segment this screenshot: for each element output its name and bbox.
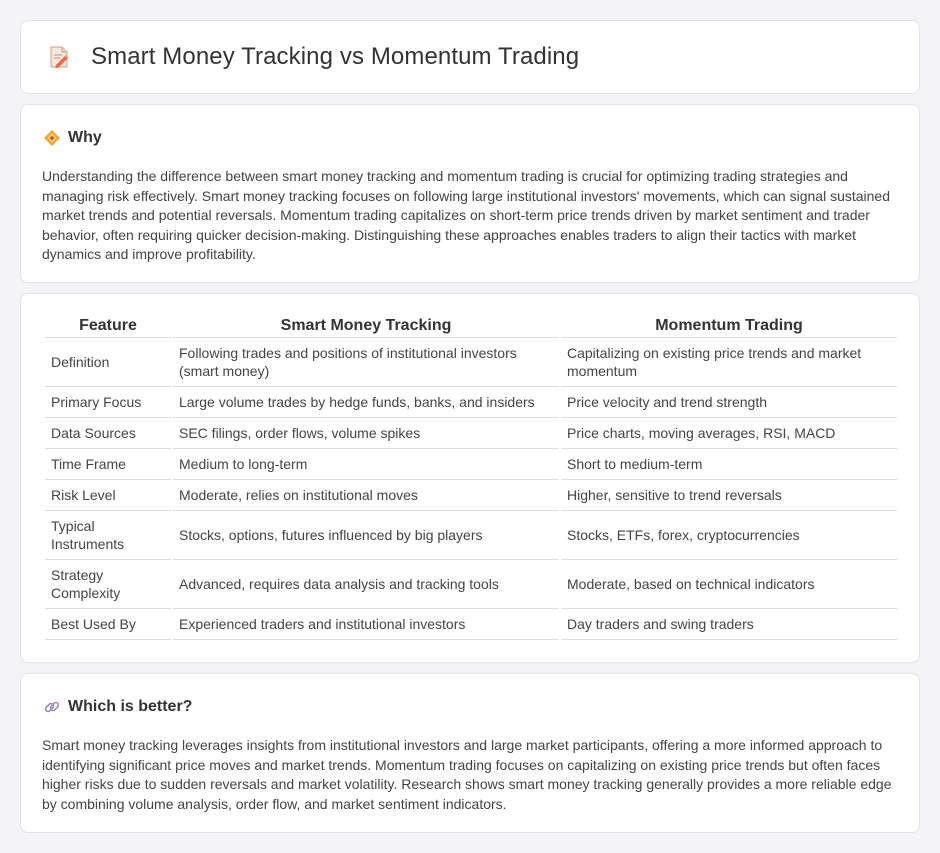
page-title: Smart Money Tracking vs Momentum Trading [91,43,580,70]
momentum-cell: Price charts, moving averages, RSI, MACD [561,418,897,449]
feature-cell: Risk Level [45,480,171,511]
smart-money-cell: SEC filings, order flows, volume spikes [173,418,559,449]
which-better-card: Which is better? Smart money tracking le… [20,673,920,833]
feature-cell: Data Sources [45,418,171,449]
momentum-cell: Capitalizing on existing price trends an… [561,338,897,387]
header-smart-money: Smart Money Tracking [173,315,559,338]
momentum-cell: Higher, sensitive to trend reversals [561,480,897,511]
table-row: Risk Level Moderate, relies on instituti… [45,480,897,511]
smart-money-cell: Experienced traders and institutional in… [173,609,559,640]
smart-money-cell: Advanced, requires data analysis and tra… [173,560,559,609]
diamond-icon [43,129,61,147]
title-card: Smart Money Tracking vs Momentum Trading [20,20,920,94]
feature-cell: Time Frame [45,449,171,480]
table-row: Definition Following trades and position… [45,338,897,387]
momentum-cell: Stocks, ETFs, forex, cryptocurrencies [561,511,897,560]
better-heading-row: Which is better? [21,674,919,716]
table-row: Strategy Complexity Advanced, requires d… [45,560,897,609]
comparison-table-card: Feature Smart Money Tracking Momentum Tr… [20,293,920,663]
link-icon [43,698,61,716]
smart-money-cell: Stocks, options, futures influenced by b… [173,511,559,560]
feature-cell: Best Used By [45,609,171,640]
why-heading: Why [68,129,102,146]
feature-cell: Typical Instruments [45,511,171,560]
title-row: Smart Money Tracking vs Momentum Trading [21,21,919,93]
comparison-table: Feature Smart Money Tracking Momentum Tr… [43,315,899,640]
momentum-cell: Short to medium-term [561,449,897,480]
better-text: Smart money tracking leverages insights … [42,737,892,812]
table-row: Typical Instruments Stocks, options, fut… [45,511,897,560]
smart-money-cell: Following trades and positions of instit… [173,338,559,387]
document-pencil-icon [47,45,71,69]
momentum-cell: Price velocity and trend strength [561,387,897,418]
table-row: Best Used By Experienced traders and ins… [45,609,897,640]
header-feature: Feature [45,315,171,338]
smart-money-cell: Moderate, relies on institutional moves [173,480,559,511]
table-header-row: Feature Smart Money Tracking Momentum Tr… [45,315,897,338]
feature-cell: Strategy Complexity [45,560,171,609]
table-row: Primary Focus Large volume trades by hed… [45,387,897,418]
why-text: Understanding the difference between sma… [42,168,891,262]
momentum-cell: Moderate, based on technical indicators [561,560,897,609]
better-heading: Which is better? [68,698,193,715]
why-heading-row: Why [21,105,919,147]
table-row: Data Sources SEC filings, order flows, v… [45,418,897,449]
feature-cell: Primary Focus [45,387,171,418]
momentum-cell: Day traders and swing traders [561,609,897,640]
header-momentum: Momentum Trading [561,315,897,338]
smart-money-cell: Large volume trades by hedge funds, bank… [173,387,559,418]
table-row: Time Frame Medium to long-term Short to … [45,449,897,480]
feature-cell: Definition [45,338,171,387]
smart-money-cell: Medium to long-term [173,449,559,480]
why-card: Why Understanding the difference between… [20,104,920,283]
